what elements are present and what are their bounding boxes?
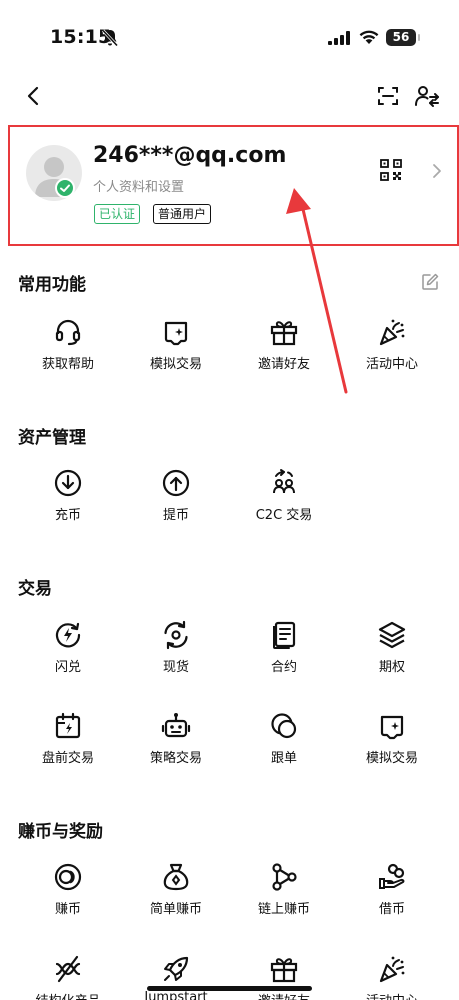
home-indicator[interactable] [147,986,312,991]
item-label: 借币 [378,902,405,917]
edit-icon[interactable] [421,273,439,291]
switch-account-icon[interactable] [414,84,440,108]
item-label: 现货 [162,660,189,675]
item-label: 模拟交易 [149,357,202,372]
rocket-icon [164,956,189,981]
structured-product-icon [55,955,81,983]
item-spot[interactable]: 现货 [126,620,226,690]
item-events-center[interactable]: 活动中心 [342,317,442,387]
item-label: 跟单 [270,751,297,766]
item-deposit[interactable]: 充币 [18,468,118,538]
profile-email: 246***@qq.com [93,143,287,168]
item-label: Jumpstart [144,990,208,1000]
item-earn[interactable]: 赚币 [18,862,118,932]
earn-coin-icon [54,863,82,891]
item-invite-friends[interactable]: 邀请好友 [234,317,334,387]
section-title-common: 常用功能 [18,275,86,295]
gift-icon [270,321,298,346]
spot-icon [164,620,188,650]
party-popper-icon [379,956,405,983]
options-icon [378,621,406,649]
c2c-icon [273,469,295,494]
item-demo-trading[interactable]: 模拟交易 [126,317,226,387]
item-label: 盘前交易 [41,751,94,766]
verified-check-icon [55,178,75,198]
party-popper-icon [379,319,405,346]
onchain-earn-icon [272,863,297,891]
item-invite-friends-2[interactable]: 邀请好友 [234,954,334,1000]
item-withdraw[interactable]: 提币 [126,468,226,538]
item-label: 活动中心 [365,357,418,372]
gamepad-icon [164,321,188,346]
scan-icon[interactable] [376,84,400,108]
item-label: 邀请好友 [234,990,334,1000]
item-label: 充币 [54,508,81,523]
status-bar: 15:15 56 [0,0,459,60]
profile-card[interactable]: 246***@qq.com 个人资料和设置 已认证 普通用户 [8,125,459,246]
gift-icon [270,958,298,983]
item-structured-products[interactable]: 结构化产品 [18,954,118,1000]
item-demo-trading-2[interactable]: 模拟交易 [342,711,442,781]
item-options[interactable]: 期权 [342,620,442,690]
cellular-signal-icon [328,31,350,45]
section-title-assets: 资产管理 [18,428,86,448]
item-label: 简单赚币 [149,902,202,917]
item-get-help[interactable]: 获取帮助 [18,317,118,387]
contract-icon [273,621,296,649]
chevron-right-icon[interactable] [431,163,443,179]
gamepad-icon [380,715,404,740]
item-label: 模拟交易 [365,751,418,766]
copy-trading-icon [271,713,297,739]
battery-level: 56 [392,30,410,44]
item-strategy-trading[interactable]: 策略交易 [126,711,226,781]
headset-icon [55,319,81,346]
item-label: 合约 [270,660,297,675]
user-level-badge: 普通用户 [153,204,212,224]
battery-indicator: 56 [386,29,420,46]
item-label: 活动中心 [342,990,442,1000]
item-label: 邀请好友 [257,357,310,372]
money-bag-icon [163,863,189,891]
item-loan[interactable]: 借币 [342,862,442,932]
item-contract[interactable]: 合约 [234,620,334,690]
back-icon[interactable] [22,84,44,108]
wifi-icon [359,30,379,44]
pre-market-icon [55,712,81,739]
bot-icon [161,713,191,738]
item-events-center-2[interactable]: 活动中心 [342,954,442,1000]
item-pre-market[interactable]: 盘前交易 [18,711,118,781]
section-title-trade: 交易 [18,579,52,599]
verified-badge: 已认证 [94,204,141,224]
bell-muted-icon [101,29,119,47]
item-label: 期权 [378,660,405,675]
item-label: 闪兑 [54,660,81,675]
item-label: 提币 [162,508,189,523]
profile-subtitle: 个人资料和设置 [93,180,185,195]
item-label: 链上赚币 [257,902,310,917]
item-copy-trading[interactable]: 跟单 [234,711,334,781]
item-flash-swap[interactable]: 闪兑 [18,620,118,690]
flash-swap-icon [55,622,81,648]
withdraw-icon [162,469,190,497]
item-simple-earn[interactable]: 简单赚币 [126,862,226,932]
item-label: 获取帮助 [41,357,94,372]
item-label: 赚币 [54,902,81,917]
item-label: 结构化产品 [18,990,118,1000]
item-jumpstart[interactable]: Jumpstart [126,954,226,1000]
item-c2c-trading[interactable]: C2C 交易 [234,468,334,538]
qr-code-icon[interactable] [380,159,402,181]
item-label: 策略交易 [149,751,202,766]
item-label: C2C 交易 [255,508,313,523]
deposit-icon [54,469,82,497]
item-onchain-earn[interactable]: 链上赚币 [234,862,334,932]
loan-icon [379,863,405,889]
section-title-earn: 赚币与奖励 [18,822,103,842]
